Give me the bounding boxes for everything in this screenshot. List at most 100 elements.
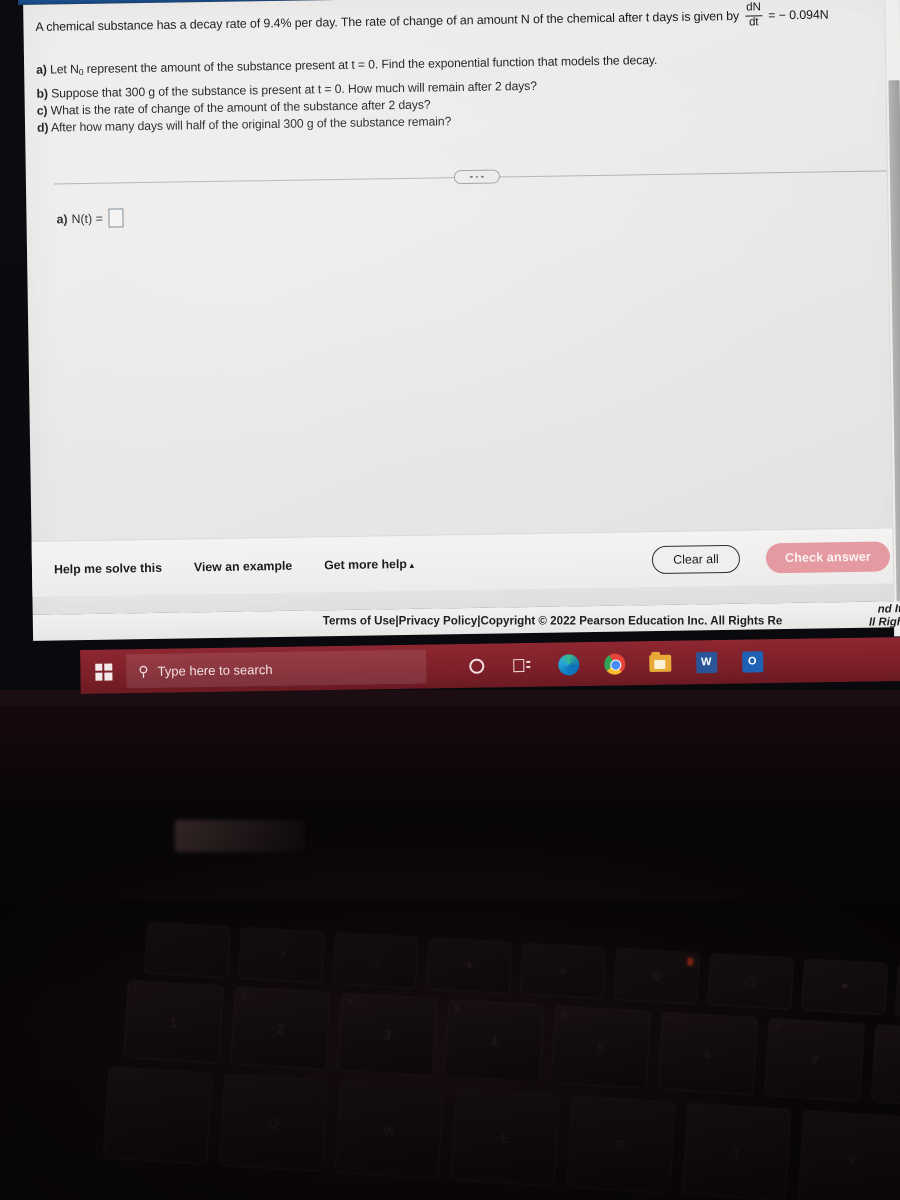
answer-expression: N(t) =: [71, 211, 103, 226]
keyboard-key[interactable]: ✶: [425, 937, 513, 995]
derivative-fraction: dN dt: [745, 1, 762, 29]
taskbar-search-box[interactable]: ⚲ Type here to search: [126, 649, 427, 689]
chrome-icon[interactable]: [602, 651, 626, 675]
keyboard-key[interactable]: % 5: [550, 1005, 652, 1089]
key-label: 5: [596, 1039, 605, 1055]
keyboard-key[interactable]: [103, 1066, 213, 1165]
section-divider: [53, 163, 900, 190]
caret-up-icon: ▴: [409, 560, 414, 570]
key-superscript: #: [346, 997, 352, 1007]
keyboard-key[interactable]: @2: [230, 986, 331, 1070]
exercise-action-bar: Help me solve this View an example Get m…: [31, 527, 900, 597]
part-a-text-after: represent the amount of the substance pr…: [83, 52, 658, 76]
key-label: 1: [169, 1014, 178, 1030]
clear-all-button[interactable]: Clear all: [651, 544, 741, 574]
key-label: ◁-: [743, 973, 759, 989]
keyboard-key[interactable]: #3: [337, 992, 438, 1077]
question-stem: A chemical substance has a decay rate of…: [35, 1, 900, 41]
part-a-text-before: Let N: [49, 62, 79, 77]
key-label: 3: [383, 1026, 392, 1043]
windows-logo-icon: [94, 663, 112, 681]
equation-right-side: = − 0.094N: [768, 7, 829, 23]
part-c-label: c): [36, 103, 48, 118]
laptop-photo: A chemical substance has a decay rate of…: [0, 0, 900, 1200]
search-placeholder: Type here to search: [157, 661, 273, 679]
key-superscript: %: [560, 1009, 569, 1020]
laptop-keyboard: ?□✶✳⚙◁-✦▸▸ !1@2#3$4%5^6&7*8 QWERTYU: [0, 900, 900, 1200]
key-superscript: @: [240, 990, 249, 1001]
dot-icon: [470, 175, 473, 179]
question-parts-list: a) Let N0 represent the amount of the su…: [36, 49, 900, 135]
dot-icon: [481, 175, 484, 178]
cortana-icon[interactable]: [464, 654, 488, 678]
answer-row: a) N(t) =: [56, 208, 125, 228]
word-icon[interactable]: W: [694, 650, 718, 674]
file-explorer-icon[interactable]: [648, 651, 672, 675]
keyboard-led-indicator: [687, 957, 693, 966]
start-button[interactable]: [80, 649, 127, 694]
task-view-icon[interactable]: [510, 653, 534, 677]
key-superscript: ^: [667, 1016, 672, 1026]
key-label: E: [500, 1129, 510, 1146]
keyboard-key[interactable]: ✳: [519, 942, 607, 1000]
answer-input[interactable]: [108, 208, 125, 228]
keyboard-key[interactable]: ✦: [801, 958, 888, 1016]
keyboard-key[interactable]: $4: [443, 999, 545, 1083]
taskbar-icon-strip: W O: [464, 649, 764, 678]
key-label: Q: [268, 1114, 280, 1131]
keyboard-key[interactable]: ⚙: [613, 947, 701, 1005]
more-options-pill[interactable]: [453, 169, 501, 185]
key-label: ✳: [557, 962, 569, 979]
keyboard-key[interactable]: W: [334, 1080, 445, 1180]
key-label: T: [732, 1144, 742, 1160]
keyboard-key[interactable]: Y: [797, 1110, 900, 1200]
fraction-denominator: dt: [748, 15, 759, 29]
keyboard-key[interactable]: ! 1: [123, 980, 224, 1064]
trackpad-glint: [175, 820, 305, 852]
keyboard-key[interactable]: ◁-: [707, 953, 795, 1010]
outlook-icon[interactable]: O: [740, 649, 764, 673]
check-answer-button[interactable]: Check answer: [765, 540, 891, 573]
search-icon: ⚲: [138, 662, 149, 679]
part-a-label: a): [36, 62, 47, 77]
part-d-text: After how many days will half of the ori…: [50, 114, 452, 135]
answer-label: a): [56, 211, 68, 226]
keyboard-key[interactable]: T: [681, 1102, 792, 1200]
view-an-example-button[interactable]: View an example: [194, 558, 292, 574]
outlook-glyph: O: [741, 650, 763, 673]
laptop-screen: A chemical substance has a decay rate of…: [18, 0, 900, 696]
get-more-help-label: Get more help: [324, 556, 407, 572]
keyboard-key[interactable]: [144, 921, 231, 979]
keyboard-key[interactable]: ?: [238, 926, 325, 984]
get-more-help-button[interactable]: Get more help ▴: [324, 556, 414, 571]
key-label: 4: [490, 1033, 499, 1049]
cut-off-text-bottom: ll Rights Re: [868, 616, 900, 629]
key-label: 7: [810, 1052, 819, 1068]
key-label: ⚙: [650, 967, 664, 984]
keyboard-key[interactable]: R: [566, 1095, 676, 1194]
keyboard-key[interactable]: *8: [871, 1024, 900, 1108]
key-superscript: *: [880, 1028, 885, 1038]
question-body: A chemical substance has a decay rate of…: [35, 1, 900, 138]
keyboard-key[interactable]: Q: [218, 1073, 329, 1172]
question-part-a: a) Let N0 represent the amount of the su…: [36, 49, 900, 78]
keyboard-key[interactable]: ^ 6: [657, 1011, 758, 1096]
edge-icon[interactable]: [556, 652, 580, 676]
key-label: 2: [276, 1020, 285, 1036]
key-superscript: !: [133, 984, 137, 994]
key-label: R: [615, 1136, 627, 1153]
legal-footer-text[interactable]: Terms of Use|Privacy Policy|Copyright © …: [323, 614, 783, 627]
keyboard-key[interactable]: & 7: [764, 1018, 865, 1102]
key-superscript: &: [774, 1022, 781, 1032]
key-label: 6: [703, 1045, 712, 1062]
keyboard-key[interactable]: □: [331, 932, 419, 989]
keyboard-key[interactable]: ▸▸: [895, 963, 900, 1021]
key-superscript: $: [453, 1003, 459, 1013]
key-label: ?: [277, 947, 286, 963]
action-bar-spacer: [446, 560, 652, 563]
key-label: W: [382, 1122, 396, 1138]
help-me-solve-this-button[interactable]: Help me solve this: [54, 560, 162, 576]
keyboard-key[interactable]: E: [450, 1088, 560, 1187]
word-glyph: W: [695, 651, 717, 673]
fraction-numerator: dN: [746, 1, 761, 14]
